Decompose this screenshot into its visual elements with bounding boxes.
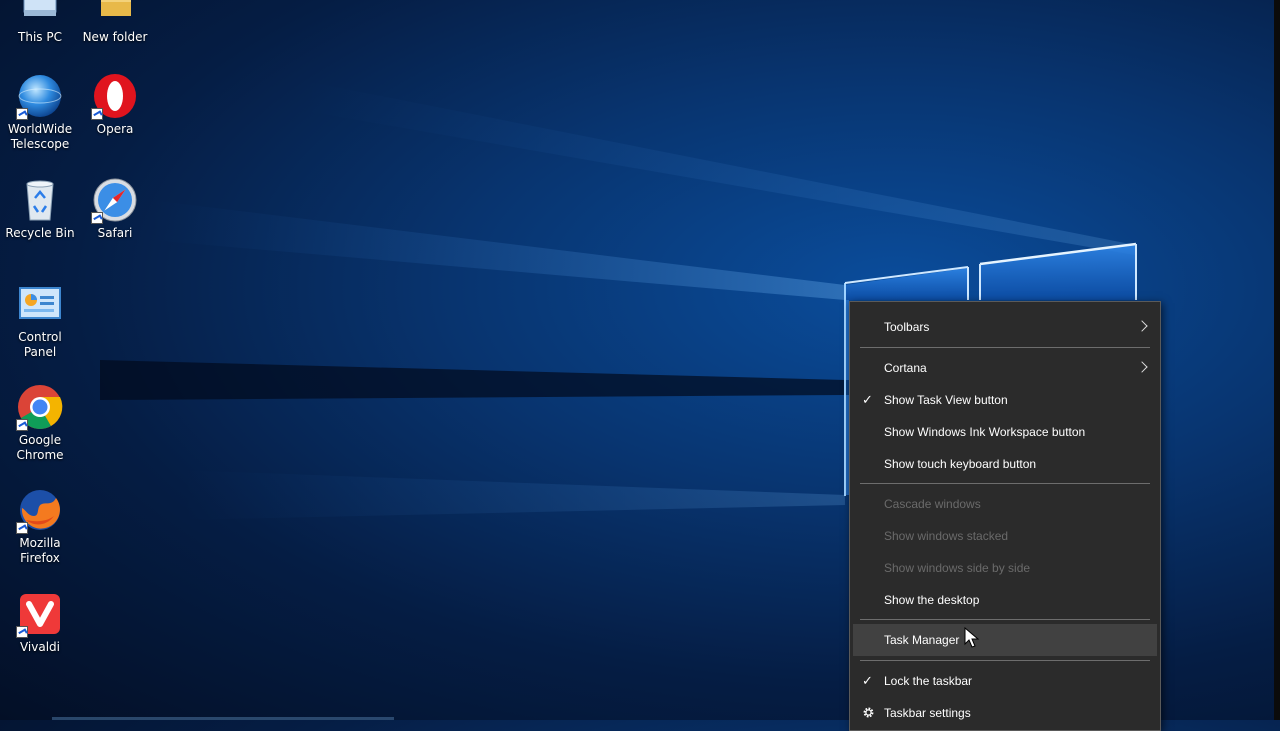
control-panel-icon <box>16 280 64 328</box>
menu-item-show-task-view-button[interactable]: ✓ Show Task View button <box>850 384 1160 416</box>
screen-edge <box>1274 0 1280 720</box>
desktop-icon-worldwide-telescope[interactable]: WorldWide Telescope <box>2 72 78 152</box>
menu-item-label: Show windows side by side <box>884 561 1031 575</box>
shortcut-arrow-icon <box>91 108 103 120</box>
menu-item-label: Task Manager <box>884 633 960 647</box>
desktop-icon-label: This PC <box>18 30 62 44</box>
desktop-icon-google-chrome[interactable]: Google Chrome <box>2 383 78 463</box>
desktop-icon-safari[interactable]: Safari <box>77 176 153 241</box>
menu-item-task-manager[interactable]: Task Manager <box>853 624 1157 656</box>
menu-item-label: Show Task View button <box>884 393 1008 407</box>
shortcut-arrow-icon <box>16 522 28 534</box>
firefox-icon <box>16 486 64 534</box>
desktop-icon-label: WorldWide Telescope <box>7 122 73 151</box>
desktop-icon-label: Safari <box>97 226 133 240</box>
menu-item-toolbars[interactable]: Toolbars <box>850 311 1160 343</box>
menu-separator <box>860 347 1150 348</box>
menu-item-label: Cascade windows <box>884 497 981 511</box>
gear-icon <box>862 697 874 729</box>
menu-separator <box>860 619 1150 620</box>
vivaldi-icon <box>16 590 64 638</box>
shortcut-arrow-icon <box>16 419 28 431</box>
menu-item-label: Lock the taskbar <box>884 674 973 688</box>
chevron-right-icon <box>1136 320 1148 332</box>
menu-item-show-the-desktop[interactable]: Show the desktop <box>850 584 1160 616</box>
menu-item-label: Show touch keyboard button <box>884 457 1037 471</box>
desktop-icon-label: Google Chrome <box>16 433 64 462</box>
menu-item-cortana[interactable]: Cortana <box>850 352 1160 384</box>
shortcut-arrow-icon <box>16 626 28 638</box>
menu-item-cascade-windows: Cascade windows <box>850 488 1160 520</box>
menu-item-label: Show Windows Ink Workspace button <box>884 425 1086 439</box>
desktop-icon-new-folder[interactable]: New folder <box>77 0 153 45</box>
menu-item-show-windows-side-by-side: Show windows side by side <box>850 552 1160 584</box>
menu-item-label: Toolbars <box>884 320 930 334</box>
desktop-icon-control-panel[interactable]: Control Panel <box>2 280 78 360</box>
computer-icon <box>16 0 64 28</box>
menu-item-label: Show windows stacked <box>884 529 1009 543</box>
checkmark-icon: ✓ <box>862 673 873 688</box>
menu-item-show-windows-ink-workspace-button[interactable]: Show Windows Ink Workspace button <box>850 416 1160 448</box>
menu-item-lock-the-taskbar[interactable]: ✓ Lock the taskbar <box>850 665 1160 697</box>
desktop-icon-label: Vivaldi <box>19 640 61 654</box>
compass-icon <box>91 176 139 224</box>
folder-icon <box>91 0 139 28</box>
desktop-icon-label: Recycle Bin <box>5 226 75 240</box>
menu-item-taskbar-settings[interactable]: Taskbar settings <box>850 697 1160 729</box>
shortcut-arrow-icon <box>91 212 103 224</box>
menu-separator <box>860 660 1150 661</box>
shortcut-arrow-icon <box>16 108 28 120</box>
menu-separator <box>860 483 1150 484</box>
globe-icon <box>16 72 64 120</box>
menu-item-show-touch-keyboard-button[interactable]: Show touch keyboard button <box>850 448 1160 480</box>
menu-item-label: Taskbar settings <box>884 706 971 720</box>
chevron-right-icon <box>1136 361 1148 373</box>
taskbar-context-menu: Toolbars Cortana ✓ Show Task View button… <box>849 301 1161 731</box>
desktop-icon-label: Control Panel <box>18 330 62 359</box>
mouse-cursor-icon <box>964 626 980 649</box>
desktop-icon-recycle-bin[interactable]: Recycle Bin <box>2 176 78 241</box>
recycle-bin-icon <box>16 176 64 224</box>
opera-icon <box>91 72 139 120</box>
menu-item-label: Cortana <box>884 361 927 375</box>
desktop-icon-this-pc[interactable]: This PC <box>2 0 78 45</box>
menu-item-label: Show the desktop <box>884 593 980 607</box>
desktop-icon-label: Opera <box>96 122 134 136</box>
chrome-icon <box>16 383 64 431</box>
desktop-icon-opera[interactable]: Opera <box>77 72 153 137</box>
menu-item-show-windows-stacked: Show windows stacked <box>850 520 1160 552</box>
desktop-icon-label: Mozilla Firefox <box>19 536 61 565</box>
desktop-icon-vivaldi[interactable]: Vivaldi <box>2 590 78 655</box>
desktop-icon-label: New folder <box>82 30 148 44</box>
checkmark-icon: ✓ <box>862 392 873 407</box>
desktop-icon-mozilla-firefox[interactable]: Mozilla Firefox <box>2 486 78 566</box>
